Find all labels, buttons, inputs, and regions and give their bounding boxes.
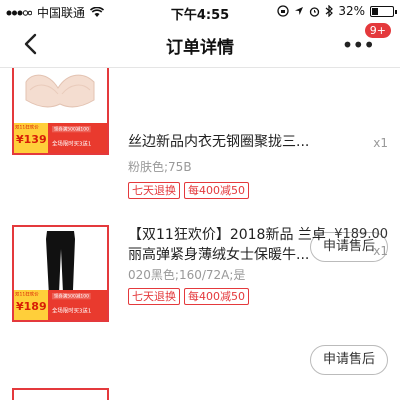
product-quantity: x1 [373, 136, 388, 150]
product-thumbnail[interactable]: 双11狂欢价 ¥139 领券满500减100 全场限时买3送1 [12, 68, 109, 155]
battery-percent: 32% [338, 4, 365, 18]
product-spec: 粉肤色;75B [128, 160, 192, 174]
notification-badge: 9+ [363, 22, 392, 39]
product-thumbnail[interactable] [12, 388, 109, 400]
product-name[interactable]: 【双11狂欢价】2018新品 兰卓丽高弹紧身薄绒女士保暖牛... [128, 225, 328, 265]
promo-banner: 双11狂欢价 ¥139 领券满500减100 全场限时买3送1 [14, 123, 107, 153]
product-quantity: x1 [373, 244, 388, 258]
after-sale-button[interactable]: 申请售后 [310, 345, 388, 375]
product-price: ¥189.00 [334, 227, 388, 242]
service-tags: 七天退换 每400减50 [128, 182, 249, 199]
product-name[interactable]: 丝边新品内衣无钢圈聚拢三... [128, 132, 328, 152]
page-title: 订单详情 [166, 38, 234, 58]
service-tags: 七天退换 每400减50 [128, 288, 249, 305]
nav-bar: 订单详情 ••• 9+ [0, 22, 400, 68]
rotation-lock-icon [277, 5, 289, 17]
return-policy-tag: 七天退换 [128, 182, 180, 199]
battery-icon [370, 5, 397, 17]
discount-tag: 每400减50 [184, 288, 249, 305]
more-dots-icon[interactable]: ••• [342, 35, 375, 55]
promo-banner: 双11狂欢价 ¥189 领券满500减100 全场限时买3送1 [14, 290, 107, 320]
alarm-icon [310, 6, 320, 17]
product-thumbnail[interactable]: 双11狂欢价 ¥189 领券满500减100 全场限时买3送1 [12, 225, 109, 322]
product-spec: 020黑色;160/72A;是 [128, 268, 246, 282]
location-icon [295, 7, 304, 15]
order-item-list: 双11狂欢价 ¥139 领券满500减100 全场限时买3送1 丝边新品内衣无钢圈… [0, 68, 400, 400]
bluetooth-icon [325, 5, 334, 17]
discount-tag: 每400减50 [184, 182, 249, 199]
return-policy-tag: 七天退换 [128, 288, 180, 305]
status-bar: 中国联通 下午4:55 32% [0, 0, 400, 23]
